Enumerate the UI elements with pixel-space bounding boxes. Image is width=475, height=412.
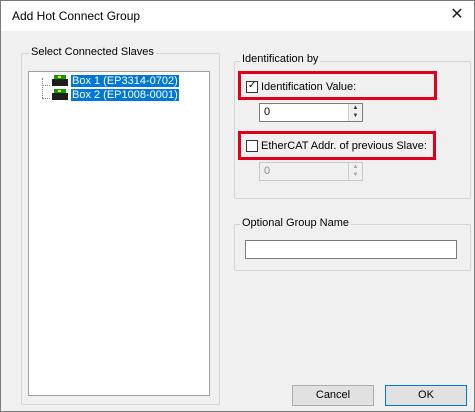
tree-connector-line: [42, 78, 43, 98]
slaves-tree[interactable]: Box 1 (EP3314-0702) Box 2 (EP1008-0001): [28, 71, 210, 396]
ethercat-box-icon: [52, 75, 68, 86]
identification-value-label: Identification Value:: [261, 81, 357, 93]
spin-down-icon[interactable]: ▼: [349, 112, 362, 120]
tree-item-box-1[interactable]: Box 1 (EP3314-0702): [71, 75, 179, 87]
ethercat-addr-checkbox[interactable]: [246, 140, 258, 152]
cancel-button[interactable]: Cancel: [292, 385, 374, 406]
ethercat-addr-spinner: 0 ▲ ▼: [259, 162, 363, 181]
title-bar: Add Hot Connect Group ✕: [1, 1, 474, 31]
ethercat-addr-label: EtherCAT Addr. of previous Slave:: [261, 140, 427, 152]
check-icon: ✓: [248, 80, 257, 91]
group-name-label: Optional Group Name: [240, 217, 351, 229]
tree-connector-line: [42, 98, 50, 99]
spinner-buttons: ▲ ▼: [348, 163, 362, 180]
ok-button[interactable]: OK: [385, 385, 467, 406]
tree-connector-line: [42, 85, 50, 86]
spin-up-icon[interactable]: ▲: [349, 104, 362, 112]
group-name-input[interactable]: [245, 240, 457, 259]
ethercat-box-icon: [52, 89, 68, 100]
dialog-title: Add Hot Connect Group: [12, 9, 141, 23]
identification-group-label: Identification by: [240, 53, 321, 65]
spin-down-icon: ▼: [352, 172, 359, 178]
spin-up-icon: ▲: [352, 164, 359, 170]
slaves-group-label: Select Connected Slaves: [29, 46, 156, 58]
add-hot-connect-group-dialog: Add Hot Connect Group ✕ Select Connected…: [0, 0, 475, 412]
spinner-buttons: ▲ ▼: [348, 104, 362, 121]
close-icon[interactable]: ✕: [446, 4, 468, 26]
identification-value-field[interactable]: 0: [264, 106, 270, 118]
ethercat-addr-field: 0: [264, 165, 271, 177]
identification-value-spinner[interactable]: 0 ▲ ▼: [259, 103, 363, 122]
identification-value-checkbox[interactable]: ✓: [246, 81, 258, 93]
tree-item-box-2[interactable]: Box 2 (EP1008-0001): [71, 89, 179, 101]
